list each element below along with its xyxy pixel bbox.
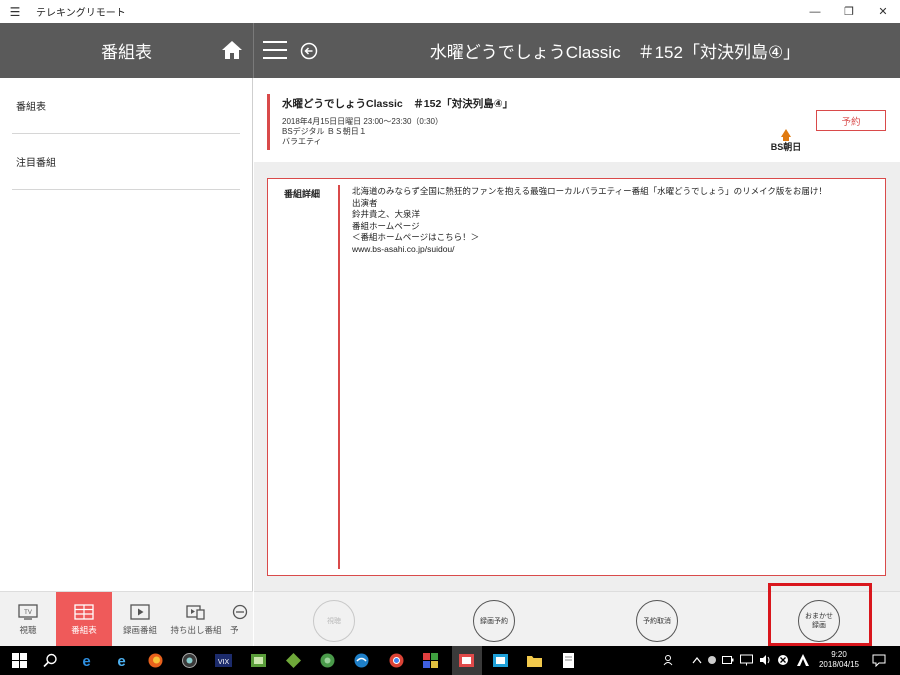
app-icon[interactable]	[422, 652, 439, 669]
program-detail-panel: 番組詳細 北海道のみならず全国に熱狂的ファンを抱える最強ローカルバラエティー番組…	[267, 178, 886, 576]
app-icon[interactable]	[181, 652, 198, 669]
detail-body: 北海道のみならず全国に熱狂的ファンを抱える最強ローカルバラエティー番組「水曜どう…	[352, 186, 827, 255]
title-bar: ☰ テレキングリモート — ❐ ✕	[0, 0, 900, 23]
tab-label: 視聴	[19, 624, 37, 635]
volume-icon[interactable]	[759, 654, 771, 666]
tab-label: 持ち出し番組	[170, 624, 222, 635]
play-icon	[130, 603, 150, 620]
app-icon[interactable]	[492, 652, 509, 669]
app-icon[interactable]	[250, 652, 267, 669]
bottom-tab-bar: TV 視聴 番組表 録画番組 持ち出し番組 予	[0, 591, 253, 647]
watch-button[interactable]: 視聴	[313, 600, 355, 642]
notepad-icon[interactable]	[560, 652, 577, 669]
takeout-icon	[186, 604, 205, 620]
minimize-button[interactable]: —	[798, 0, 832, 23]
notification-icon[interactable]	[872, 654, 886, 667]
sidebar-item-featured[interactable]: 注目番組	[12, 134, 240, 190]
program-title: 水曜どうでしょうClassic ＃152「対決列島④」	[282, 98, 514, 110]
clock[interactable]: 9:20 2018/04/15	[814, 650, 864, 670]
tab-program-guide[interactable]: 番組表	[56, 592, 112, 647]
detail-label: 番組詳細	[284, 189, 321, 199]
svg-text:e: e	[82, 653, 90, 669]
bs-asahi-logo-icon: BS朝日	[771, 129, 802, 152]
app-icon[interactable]	[285, 652, 302, 669]
search-icon[interactable]	[42, 652, 59, 669]
sidebar-title: 番組表	[101, 43, 152, 62]
detail-line[interactable]: ＜番組ホームページはこちら！＞	[352, 232, 827, 244]
grid-icon	[74, 603, 94, 620]
tab-takeout[interactable]: 持ち出し番組	[168, 592, 224, 647]
record-reserve-button[interactable]: 録画予約	[473, 600, 515, 642]
firefox-icon[interactable]	[147, 652, 164, 669]
program-genre: バラエティ	[282, 137, 322, 146]
detail-line[interactable]: www.bs-asahi.co.jp/suidou/	[352, 244, 827, 256]
network-icon[interactable]	[740, 654, 753, 666]
cancel-reserve-button[interactable]: 予約取消	[636, 600, 678, 642]
program-summary-card: 水曜どうでしょうClassic ＃152「対決列島④」 2018年4月15日日曜…	[254, 78, 900, 162]
tv-icon: TV	[18, 603, 38, 620]
program-datetime: 2018年4月15日日曜日 23:00～23:30（0:30）	[282, 117, 443, 126]
tab-label: 予	[230, 624, 239, 635]
sidebar: 番組表 注目番組	[0, 78, 253, 646]
sidebar-item-label: 注目番組	[16, 158, 56, 169]
detail-line: 番組ホームページ	[352, 220, 420, 231]
svg-text:e: e	[117, 653, 125, 669]
program-meta: 2018年4月15日日曜日 23:00～23:30（0:30） BSデジタル Ｂ…	[282, 117, 443, 147]
app-icon[interactable]	[353, 652, 370, 669]
chevron-up-icon[interactable]	[692, 656, 702, 664]
svg-text:TV: TV	[24, 610, 32, 616]
people-icon[interactable]	[663, 654, 675, 666]
header-divider	[253, 23, 254, 78]
highlight-annotation	[768, 583, 872, 646]
edge-icon[interactable]: e	[78, 652, 95, 669]
circle-icon[interactable]	[707, 655, 717, 665]
tab-reservations[interactable]: 予	[224, 592, 253, 647]
reserve-button[interactable]: 予約	[816, 110, 886, 131]
battery-icon[interactable]	[722, 655, 734, 665]
folder-icon[interactable]	[526, 652, 543, 669]
back-arrow-icon[interactable]	[300, 42, 318, 60]
globe-icon[interactable]	[319, 652, 336, 669]
main-content: 水曜どうでしょうClassic ＃152「対決列島④」 2018年4月15日日曜…	[254, 78, 900, 591]
hamburger-menu-icon[interactable]	[263, 40, 287, 60]
window-controls: — ❐ ✕	[798, 0, 900, 23]
vix-icon[interactable]: VIX	[215, 652, 232, 669]
taskbar: e e VIX 9:20 2018/04/15	[0, 646, 900, 675]
app-menu-icon[interactable]: ☰	[0, 5, 30, 19]
telekingremote-icon[interactable]	[458, 652, 475, 669]
maximize-button[interactable]: ❐	[832, 0, 866, 23]
tab-recordings[interactable]: 録画番組	[112, 592, 168, 647]
detail-line: 北海道のみならず全国に熱狂的ファンを抱える最強ローカルバラエティー番組「水曜どう…	[352, 186, 827, 196]
detail-divider	[338, 185, 340, 569]
detail-line: 鈴井貴之、大泉洋	[352, 209, 421, 219]
close-button[interactable]: ✕	[866, 0, 900, 23]
windows-start-icon[interactable]	[11, 652, 28, 669]
channel-logo-text: BS朝日	[771, 141, 802, 152]
accent-bar	[267, 94, 270, 150]
page-title: 水曜どうでしょうClassic ＃152「対決列島④」	[429, 43, 801, 62]
program-channel: BSデジタル ＢＳ朝日１	[282, 127, 367, 136]
home-icon[interactable]	[220, 38, 244, 62]
reservation-icon	[232, 604, 248, 619]
detail-line: 出演者	[352, 197, 378, 208]
clock-date: 2018/04/15	[818, 660, 860, 669]
adobe-icon[interactable]	[796, 653, 810, 667]
clock-time: 9:20	[831, 650, 847, 659]
tab-label: 録画番組	[122, 624, 157, 635]
tab-watch[interactable]: TV 視聴	[0, 592, 56, 647]
chrome-icon[interactable]	[388, 652, 405, 669]
header-bar: 番組表 水曜どうでしょうClassic ＃152「対決列島④」	[0, 23, 900, 78]
ie-icon[interactable]: e	[113, 652, 130, 669]
tab-label: 番組表	[71, 624, 97, 635]
sidebar-item-program-guide[interactable]: 番組表	[12, 78, 240, 134]
sidebar-item-label: 番組表	[16, 102, 46, 113]
app-title: テレキングリモート	[36, 8, 126, 19]
close-circle-icon[interactable]	[777, 654, 789, 666]
svg-text:VIX: VIX	[218, 659, 230, 666]
